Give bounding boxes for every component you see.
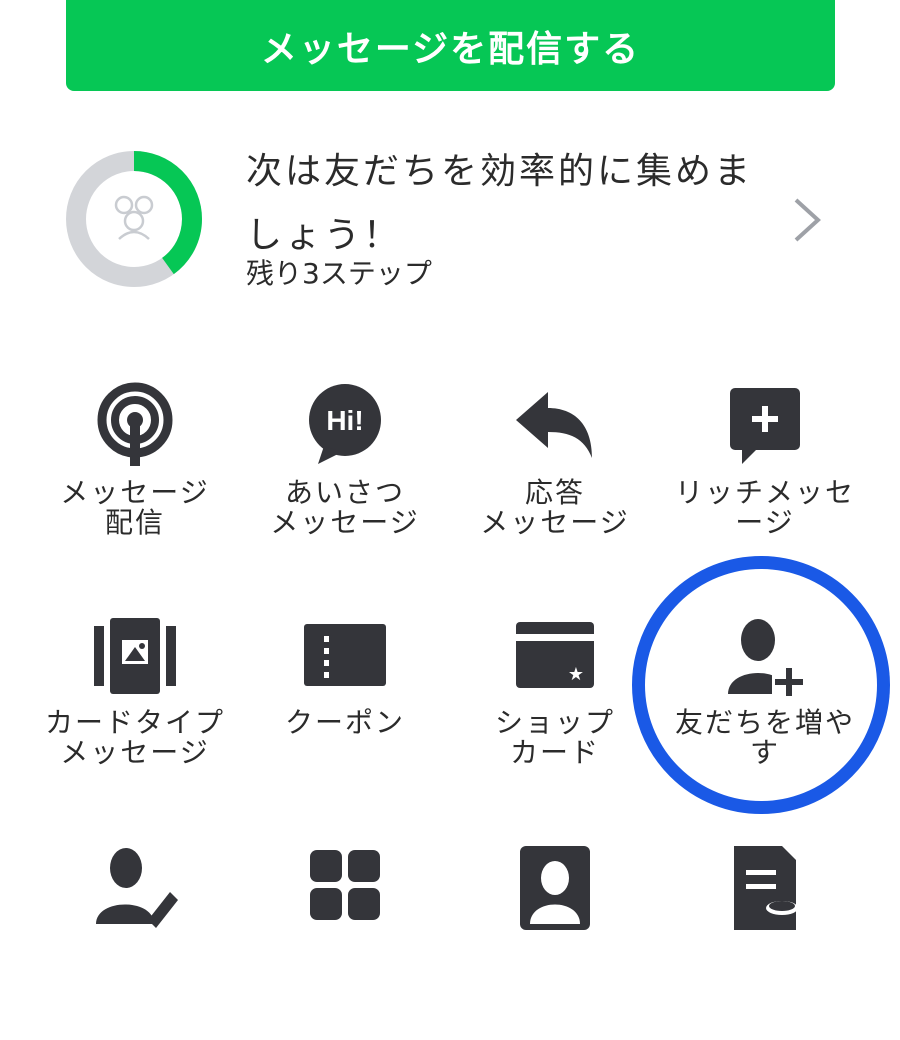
menu-item-label: クーポン bbox=[284, 706, 405, 739]
menu-item-label: リッチメッセ ージ bbox=[674, 476, 855, 539]
add-friend-icon bbox=[728, 619, 806, 696]
grid-menu-icon bbox=[310, 850, 380, 920]
menu-item-add-friends[interactable]: 友だちを増や す bbox=[650, 600, 880, 810]
edit-profile-icon bbox=[96, 848, 178, 928]
friends-group-icon bbox=[114, 195, 154, 240]
menu-item-label: あいさつ メッセージ bbox=[270, 476, 420, 539]
menu-item-label: カードタイプ メッセージ bbox=[44, 706, 225, 769]
broadcast-icon bbox=[97, 382, 173, 466]
menu-item-edit-profile[interactable] bbox=[20, 830, 250, 1040]
plus-chat-icon bbox=[730, 388, 800, 464]
svg-text:Hi!: Hi! bbox=[326, 405, 363, 436]
menu-item-auto-reply[interactable]: 応答 メッセージ bbox=[440, 370, 670, 580]
progress-title: 次は友だちを効率的に集めましょう！ bbox=[246, 151, 754, 256]
setup-progress-card[interactable]: 次は友だちを効率的に集めましょう！ 残り3ステップ bbox=[0, 120, 900, 320]
chevron-right-icon bbox=[794, 198, 821, 242]
svg-text:★: ★ bbox=[568, 664, 584, 685]
menu-item-rich-message[interactable]: リッチメッセ ージ bbox=[650, 370, 880, 580]
menu-item-coupon[interactable]: クーポン bbox=[230, 600, 460, 810]
progress-donut bbox=[66, 151, 202, 287]
progress-remaining: 残り3ステップ bbox=[246, 257, 432, 290]
menu-item-greeting[interactable]: Hi! あいさつ メッセージ bbox=[230, 370, 460, 580]
document-coin-icon bbox=[734, 846, 798, 930]
menu-item-label: メッセージ 配信 bbox=[60, 476, 210, 539]
broadcast-message-label: メッセージを配信する bbox=[260, 28, 641, 70]
menu-item-rich-menu[interactable] bbox=[230, 830, 460, 1040]
menu-item-billing[interactable] bbox=[650, 830, 880, 1040]
menu-item-broadcast[interactable]: メッセージ 配信 bbox=[20, 370, 250, 580]
reply-arrow-icon bbox=[516, 392, 592, 458]
card-carousel-icon bbox=[94, 618, 176, 694]
profile-card-icon bbox=[520, 846, 590, 930]
menu-item-profile[interactable] bbox=[440, 830, 670, 1040]
hi-speech-bubble-icon: Hi! bbox=[309, 384, 381, 464]
menu-item-card-message[interactable]: カードタイプ メッセージ bbox=[20, 600, 250, 810]
menu-item-label: 応答 メッセージ bbox=[480, 476, 630, 539]
coupon-icon bbox=[304, 624, 386, 686]
shop-card-icon: ★ bbox=[516, 622, 594, 688]
menu-item-shop-card[interactable]: ★ ショップ カード bbox=[440, 600, 670, 810]
menu-item-label: 友だちを増や す bbox=[674, 706, 855, 769]
broadcast-message-button[interactable]: メッセージを配信する bbox=[66, 0, 835, 91]
menu-item-label: ショップ カード bbox=[494, 706, 615, 769]
